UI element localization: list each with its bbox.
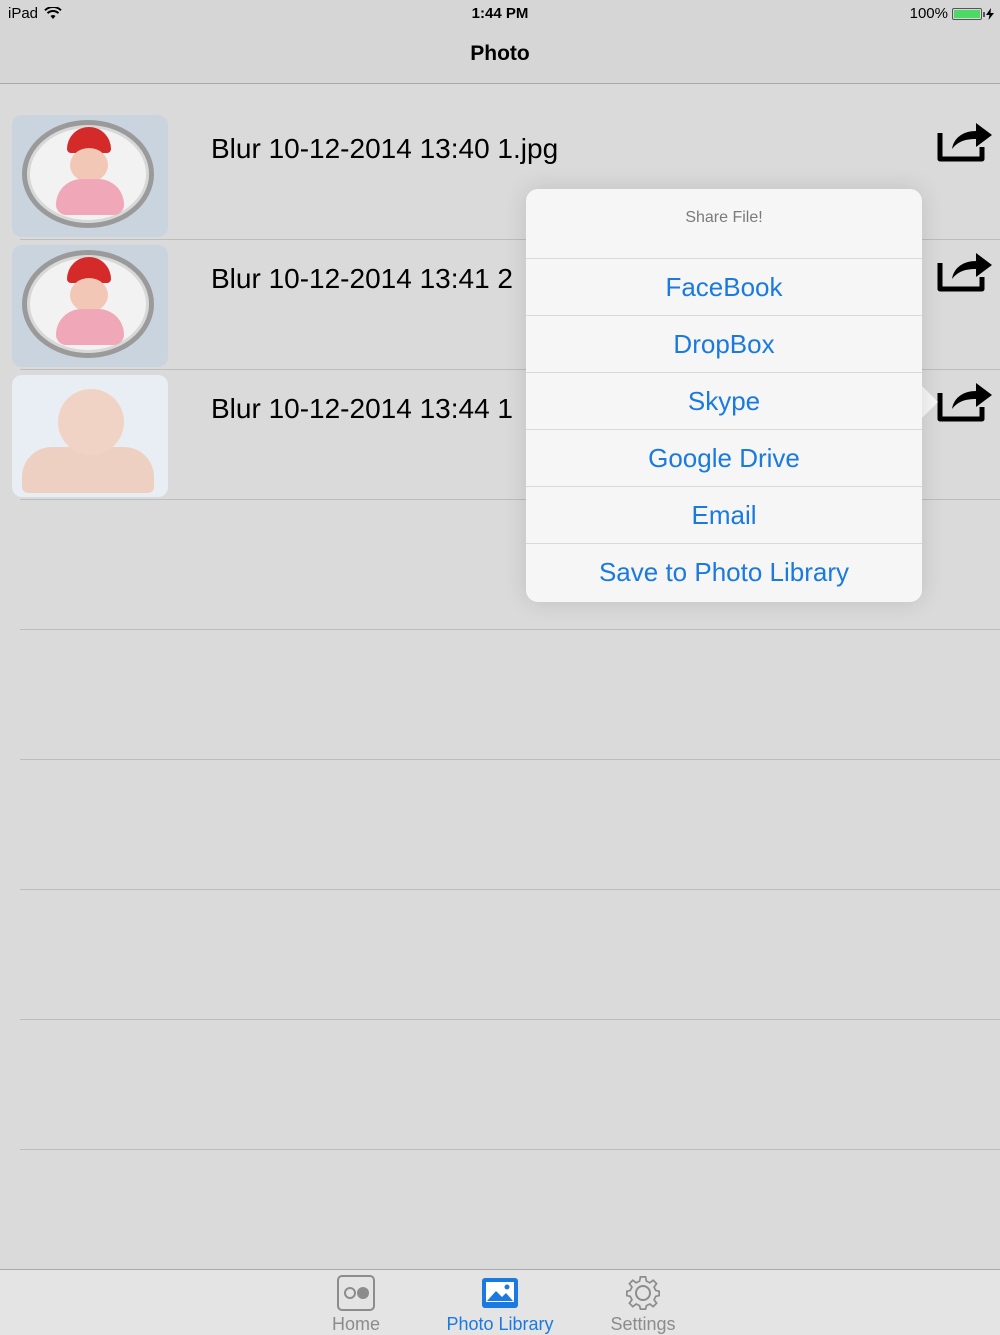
status-bar: iPad 1:44 PM 100% xyxy=(0,0,1000,26)
tab-photo-library[interactable]: Photo Library xyxy=(430,1274,570,1335)
status-right: 100% xyxy=(910,5,994,22)
share-popover: Share File! FaceBook DropBox Skype Googl… xyxy=(526,189,922,602)
photo-library-icon xyxy=(482,1278,518,1308)
charging-icon xyxy=(986,7,994,20)
photo-thumbnail xyxy=(12,375,168,497)
row-divider xyxy=(20,629,1000,630)
row-divider xyxy=(20,889,1000,890)
tab-label: Settings xyxy=(610,1314,676,1334)
popover-arrow xyxy=(920,384,938,420)
battery-icon xyxy=(952,7,985,20)
tab-label: Photo Library xyxy=(446,1314,554,1334)
share-option-save-to-photo-library[interactable]: Save to Photo Library xyxy=(526,544,922,600)
status-time: 1:44 PM xyxy=(471,5,529,22)
share-icon[interactable] xyxy=(936,379,994,423)
row-divider xyxy=(20,1019,1000,1020)
row-divider xyxy=(20,1149,1000,1150)
share-icon[interactable] xyxy=(936,249,994,293)
tab-home[interactable]: Home xyxy=(286,1274,426,1335)
share-option-dropbox[interactable]: DropBox xyxy=(526,316,922,373)
battery-percent: 100% xyxy=(909,5,948,22)
file-name: Blur 10-12-2014 13:40 1.jpg xyxy=(211,133,559,164)
row-divider xyxy=(20,759,1000,760)
file-name: Blur 10-12-2014 13:44 1 xyxy=(211,393,513,424)
popover-title: Share File! xyxy=(526,189,922,259)
tab-label: Home xyxy=(331,1314,380,1334)
gear-icon xyxy=(625,1275,661,1311)
navigation-bar: Photo xyxy=(0,26,1000,84)
page-title: Photo xyxy=(470,42,530,65)
photo-thumbnail xyxy=(12,115,168,237)
share-icon[interactable] xyxy=(936,119,994,163)
photo-thumbnail xyxy=(12,245,168,367)
file-name: Blur 10-12-2014 13:41 2 xyxy=(211,263,513,294)
share-option-google-drive[interactable]: Google Drive xyxy=(526,430,922,487)
share-option-facebook[interactable]: FaceBook xyxy=(526,259,922,316)
share-option-skype[interactable]: Skype xyxy=(526,373,922,430)
tab-bar: Home Photo Library Settings xyxy=(0,1269,1000,1335)
share-option-email[interactable]: Email xyxy=(526,487,922,544)
tab-settings[interactable]: Settings xyxy=(573,1274,713,1335)
home-tab-icon xyxy=(337,1275,375,1311)
